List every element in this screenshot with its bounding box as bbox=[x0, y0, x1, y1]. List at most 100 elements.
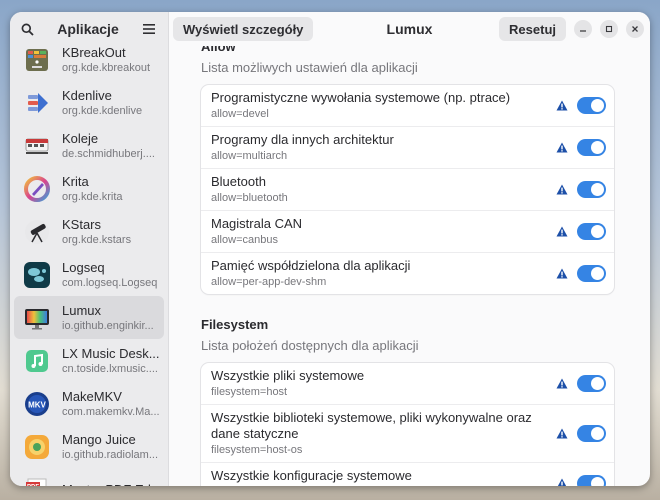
section-allow: Allow Lista możliwych ustawień dla aplika… bbox=[201, 46, 614, 294]
warning-icon bbox=[556, 184, 577, 195]
sidebar-item-kstars[interactable]: KStars org.kde.kstars bbox=[14, 210, 164, 253]
svg-text:MKV: MKV bbox=[28, 400, 46, 409]
sidebar-item-kbreakout[interactable]: KBreakOut org.kde.kbreakout bbox=[14, 46, 164, 81]
sidebar-item-makemkv[interactable]: MKV MakeMKV com.makemkv.Ma... bbox=[14, 382, 164, 425]
setting-row: Magistrala CAN allow=canbus bbox=[201, 210, 614, 252]
section-subtitle: Lista możliwych ustawień dla aplikacji bbox=[201, 60, 418, 75]
mangojuice-icon bbox=[22, 432, 52, 462]
section-subtitle: Lista położeń dostępnych dla aplikacji bbox=[201, 338, 419, 353]
main-header: Wyświetl szczegóły Lumux Resetuj bbox=[169, 12, 650, 46]
hamburger-menu-icon[interactable] bbox=[138, 18, 160, 40]
minimize-icon[interactable] bbox=[574, 20, 592, 38]
app-name: Koleje bbox=[62, 131, 99, 146]
app-name: MakeMKV bbox=[62, 389, 122, 404]
app-id: org.kde.krita bbox=[62, 191, 123, 203]
setting-title: Wszystkie biblioteki systemowe, pliki wy… bbox=[211, 410, 532, 441]
sidebar: Aplikacje KBreakOut org.kde.kbreakout Kden… bbox=[10, 12, 169, 486]
app-id: cn.toside.lxmusic.... bbox=[62, 363, 158, 375]
section-filesystem: Filesystem Lista położeń dostępnych dla a… bbox=[201, 316, 614, 486]
close-icon[interactable] bbox=[626, 20, 644, 38]
app-name: Logseq bbox=[62, 260, 105, 275]
svg-text:PDF: PDF bbox=[27, 484, 39, 486]
setting-row: Programy dla innych architektur allow=mul… bbox=[201, 126, 614, 168]
setting-toggle[interactable] bbox=[577, 265, 606, 282]
section-title: Filesystem bbox=[201, 317, 269, 332]
setting-title: Wszystkie konfiguracje systemowe bbox=[211, 468, 412, 483]
setting-toggle[interactable] bbox=[577, 223, 606, 240]
warning-icon bbox=[556, 478, 577, 486]
sidebar-item-kdenlive[interactable]: Kdenlive org.kde.kdenlive bbox=[14, 81, 164, 124]
app-name: LX Music Desk... bbox=[62, 346, 160, 361]
sidebar-header: Aplikacje bbox=[10, 12, 168, 46]
reset-button[interactable]: Resetuj bbox=[499, 17, 566, 41]
kstars-icon bbox=[22, 217, 52, 247]
sidebar-item-lumux[interactable]: Lumux io.github.enginkir... bbox=[14, 296, 164, 339]
setting-toggle[interactable] bbox=[577, 181, 606, 198]
setting-toggle[interactable] bbox=[577, 375, 606, 392]
sidebar-item-lx-music-desk[interactable]: LX Music Desk... cn.toside.lxmusic.... bbox=[14, 339, 164, 382]
app-window: Aplikacje KBreakOut org.kde.kbreakout Kden… bbox=[10, 12, 650, 486]
setting-key: allow=devel bbox=[211, 108, 269, 120]
kdenlive-icon bbox=[22, 88, 52, 118]
setting-title: Magistrala CAN bbox=[211, 216, 303, 231]
warning-icon bbox=[556, 268, 577, 279]
warning-icon bbox=[556, 100, 577, 111]
app-id: com.logseq.Logseq bbox=[62, 277, 158, 289]
koleje-icon bbox=[22, 131, 52, 161]
app-name: Krita bbox=[62, 174, 89, 189]
setting-key: filesystem=host-etc bbox=[211, 485, 556, 486]
warning-icon bbox=[556, 428, 577, 439]
section-title: Allow bbox=[201, 46, 236, 54]
app-id: org.kde.kbreakout bbox=[62, 62, 151, 74]
sidebar-item-koleje[interactable]: Koleje de.schmidhuberj.... bbox=[14, 124, 164, 167]
sidebar-item-logseq[interactable]: Logseq com.logseq.Logseq bbox=[14, 253, 164, 296]
krita-icon bbox=[22, 174, 52, 204]
settings-card: Wszystkie pliki systemowe filesystem=host… bbox=[201, 363, 614, 486]
warning-icon bbox=[556, 142, 577, 153]
logseq-icon bbox=[22, 260, 52, 290]
setting-toggle[interactable] bbox=[577, 139, 606, 156]
warning-icon bbox=[556, 226, 577, 237]
setting-key: filesystem=host-os bbox=[211, 444, 303, 456]
masterpdf-icon: PDF bbox=[22, 475, 52, 486]
app-id: org.kde.kstars bbox=[62, 234, 132, 246]
sidebar-item-mango-juice[interactable]: Mango Juice io.github.radiolam... bbox=[14, 425, 164, 468]
app-id: com.makemkv.Ma... bbox=[62, 406, 160, 418]
setting-key: allow=multiarch bbox=[211, 150, 288, 162]
setting-toggle[interactable] bbox=[577, 475, 606, 486]
setting-row: Wszystkie konfiguracje systemowe filesyst… bbox=[201, 462, 614, 486]
app-name: Kdenlive bbox=[62, 88, 112, 103]
settings-content[interactable]: Allow Lista możliwych ustawień dla aplika… bbox=[169, 46, 650, 486]
app-name: Master PDF Ed... bbox=[62, 481, 162, 486]
maximize-icon[interactable] bbox=[600, 20, 618, 38]
lxmusic-icon bbox=[22, 346, 52, 376]
setting-toggle[interactable] bbox=[577, 425, 606, 442]
details-button[interactable]: Wyświetl szczegóły bbox=[173, 17, 314, 41]
setting-title: Bluetooth bbox=[211, 174, 266, 189]
lumux-icon bbox=[22, 303, 52, 333]
setting-key: allow=bluetooth bbox=[211, 192, 288, 204]
page-title: Lumux bbox=[386, 21, 433, 37]
setting-title: Wszystkie pliki systemowe bbox=[211, 368, 365, 383]
setting-key: allow=canbus bbox=[211, 234, 278, 246]
sidebar-title: Aplikacje bbox=[57, 21, 119, 37]
search-icon[interactable] bbox=[16, 18, 38, 40]
makemkv-icon: MKV bbox=[22, 389, 52, 419]
warning-icon bbox=[556, 378, 577, 389]
sidebar-item-krita[interactable]: Krita org.kde.krita bbox=[14, 167, 164, 210]
app-name: KStars bbox=[62, 217, 102, 232]
setting-key: allow=per-app-dev-shm bbox=[211, 276, 327, 288]
setting-row: Programistyczne wywołania systemowe (np.… bbox=[201, 85, 614, 126]
sidebar-item-master-pdf-ed[interactable]: PDF Master PDF Ed... bbox=[14, 468, 164, 486]
setting-title: Programistyczne wywołania systemowe (np.… bbox=[211, 90, 511, 105]
setting-row: Wszystkie biblioteki systemowe, pliki wy… bbox=[201, 404, 614, 462]
setting-title: Programy dla innych architektur bbox=[211, 132, 394, 147]
setting-row: Pamięć współdzielona dla aplikacji allow=… bbox=[201, 252, 614, 294]
app-list: KBreakOut org.kde.kbreakout Kdenlive org.kd… bbox=[10, 46, 168, 486]
app-id: io.github.radiolam... bbox=[62, 449, 158, 461]
setting-row: Bluetooth allow=bluetooth bbox=[201, 168, 614, 210]
app-name: KBreakOut bbox=[62, 46, 126, 60]
setting-row: Wszystkie pliki systemowe filesystem=host bbox=[201, 363, 614, 404]
setting-title: Pamięć współdzielona dla aplikacji bbox=[211, 258, 411, 273]
setting-toggle[interactable] bbox=[577, 97, 606, 114]
